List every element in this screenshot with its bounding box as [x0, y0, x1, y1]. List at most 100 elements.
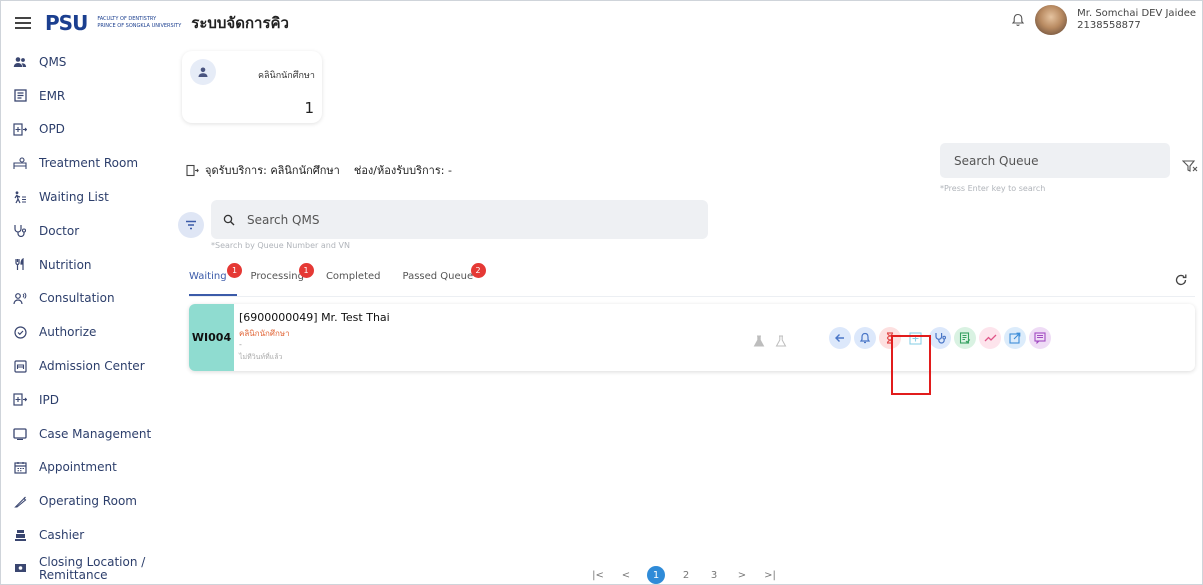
opd-icon — [13, 122, 27, 136]
patient-name: [6900000049] Mr. Test Thai — [239, 311, 390, 324]
bed-icon — [13, 156, 27, 170]
sidebar-item-label: Doctor — [39, 223, 80, 238]
service-room: ช่อง/ห้องรับบริการ: - — [353, 164, 452, 177]
sidebar-item-closing-location[interactable]: Closing Location / Remittance — [1, 552, 177, 585]
lab-flask-outline-icon[interactable] — [775, 335, 787, 347]
scalpel-icon — [13, 494, 27, 508]
sidebar-item-cashier[interactable]: Cashier — [1, 518, 177, 552]
avatar[interactable] — [1035, 5, 1068, 35]
tab-waiting[interactable]: Waiting 1 — [189, 263, 242, 282]
sidebar-item-case-management[interactable]: Case Management — [1, 417, 177, 451]
cashier-icon — [13, 528, 27, 542]
ipd-icon — [13, 393, 27, 407]
open-external-button[interactable] — [1004, 327, 1026, 349]
prev-page-button[interactable]: < — [615, 566, 637, 584]
record-button[interactable] — [954, 327, 976, 349]
person-icon — [190, 59, 216, 85]
shield-check-icon — [13, 325, 27, 339]
remit-icon — [13, 562, 27, 576]
notes-button[interactable] — [1029, 327, 1051, 349]
sidebar-item-authorize[interactable]: Authorize — [1, 315, 177, 349]
sidebar-item-opd[interactable]: OPD — [1, 113, 177, 147]
filter-button[interactable] — [178, 212, 204, 238]
tabs-divider — [189, 296, 1195, 297]
sidebar-item-emr[interactable]: EMR — [1, 79, 177, 113]
psu-logo: PSU FACULTY OF DENTISTRY PRINCE OF SONGK… — [45, 11, 181, 35]
doctor-button[interactable] — [929, 327, 951, 349]
call-bell-button[interactable] — [854, 327, 876, 349]
page-title: ระบบจัดการคิว — [191, 14, 289, 32]
clinic-name: คลินิกนักศึกษา — [239, 329, 290, 338]
sidebar-item-ipd[interactable]: IPD — [1, 383, 177, 417]
sidebar-item-consultation[interactable]: Consultation — [1, 282, 177, 316]
top-bar: PSU FACULTY OF DENTISTRY PRINCE OF SONGK… — [1, 1, 1202, 45]
queue-subtext: - — [239, 340, 242, 349]
sidebar-item-appointment[interactable]: Appointment — [1, 451, 177, 485]
tab-completed[interactable]: Completed — [326, 263, 381, 282]
search-qms-input[interactable]: Search QMS — [211, 200, 708, 239]
sidebar: QMS EMR OPD Treatment Room Waiting List … — [1, 45, 177, 585]
tab-label: Passed Queue — [402, 271, 474, 282]
clear-filter-icon[interactable] — [1182, 159, 1198, 173]
search-icon — [223, 214, 235, 225]
hamburger-menu-icon[interactable] — [15, 17, 31, 29]
clinic-summary-card[interactable]: คลินิกนักศึกษา 1 — [182, 51, 322, 123]
sidebar-item-label: Operating Room — [39, 494, 137, 509]
sidebar-item-label: Appointment — [39, 460, 117, 475]
page-1-button[interactable]: 1 — [647, 566, 665, 584]
service-info: จุดรับบริการ: คลินิกนักศึกษา ช่อง/ห้องรั… — [186, 161, 452, 179]
sidebar-item-admission-center[interactable]: Admission Center — [1, 349, 177, 383]
sidebar-item-qms[interactable]: QMS — [1, 45, 177, 79]
sidebar-item-label: IPD — [39, 392, 60, 407]
queue-actions — [829, 327, 1051, 349]
lab-flask-icon[interactable] — [753, 335, 765, 347]
next-page-button[interactable]: > — [731, 566, 753, 584]
search-qms-hint: *Search by Queue Number and VN — [211, 241, 350, 250]
sidebar-item-label: Nutrition — [39, 257, 92, 272]
sidebar-item-waiting-list[interactable]: Waiting List — [1, 180, 177, 214]
logo-line1: FACULTY OF DENTISTRY — [97, 16, 157, 22]
trend-line-icon — [984, 334, 996, 342]
back-arrow-button[interactable] — [829, 327, 851, 349]
trend-button[interactable] — [979, 327, 1001, 349]
user-area: Mr. Somchai DEV Jaidee 2138558877 — [1011, 5, 1196, 35]
tab-passed-queue[interactable]: Passed Queue 2 — [402, 263, 486, 282]
tab-processing[interactable]: Processing 1 — [251, 263, 314, 282]
tab-label: Waiting — [189, 271, 227, 282]
sidebar-item-doctor[interactable]: Doctor — [1, 214, 177, 248]
first-page-button[interactable]: |< — [587, 566, 609, 584]
active-tab-indicator — [189, 294, 237, 296]
user-name: Mr. Somchai DEV Jaidee — [1077, 8, 1196, 19]
card-label: คลินิกนักศึกษา — [258, 71, 315, 81]
users-icon — [13, 55, 27, 69]
folder-icon — [13, 427, 27, 441]
sidebar-item-operating-room[interactable]: Operating Room — [1, 484, 177, 518]
search-queue-hint: *Press Enter key to search — [940, 184, 1046, 193]
refresh-icon[interactable] — [1174, 273, 1188, 287]
sidebar-item-label: QMS — [39, 54, 67, 69]
service-point: จุดรับบริการ: คลินิกนักศึกษา — [205, 164, 340, 177]
sidebar-item-nutrition[interactable]: Nutrition — [1, 248, 177, 282]
sidebar-item-label: Authorize — [39, 325, 97, 340]
service-point-icon — [186, 164, 199, 176]
queue-row[interactable]: WI004 [6900000049] Mr. Test Thai คลินิกน… — [189, 304, 1195, 371]
walk-list-icon — [13, 190, 27, 204]
highlight-box — [891, 335, 931, 395]
sidebar-item-label: Closing Location / Remittance — [39, 554, 146, 582]
pagination: |< < 1 2 3 > >| — [587, 566, 787, 584]
page-2-button[interactable]: 2 — [675, 566, 697, 584]
sidebar-item-label: OPD — [39, 122, 65, 137]
last-page-button[interactable]: >| — [759, 566, 781, 584]
page-3-button[interactable]: 3 — [703, 566, 725, 584]
notification-bell-icon[interactable] — [1011, 13, 1025, 27]
search-qms-placeholder: Search QMS — [247, 212, 320, 227]
sidebar-item-label: Treatment Room — [39, 156, 139, 171]
search-queue-input[interactable]: Search Queue — [940, 143, 1170, 178]
app-window: PSU FACULTY OF DENTISTRY PRINCE OF SONGK… — [0, 0, 1203, 585]
message-icon — [1034, 332, 1046, 344]
tab-badge: 1 — [298, 263, 314, 278]
user-info[interactable]: Mr. Somchai DEV Jaidee 2138558877 — [1077, 8, 1196, 32]
sidebar-item-treatment-room[interactable]: Treatment Room — [1, 146, 177, 180]
user-id: 2138558877 — [1077, 20, 1141, 31]
admission-icon — [13, 359, 27, 373]
